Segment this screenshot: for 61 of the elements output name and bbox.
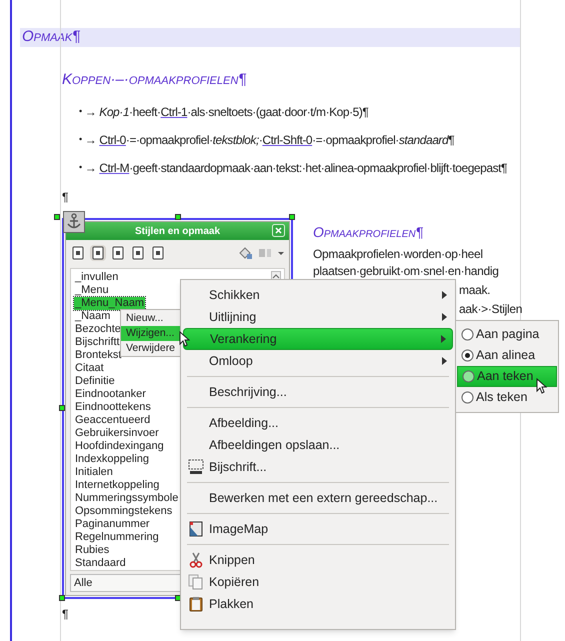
style-item[interactable]: Nummeringssymbole [74,492,180,505]
style-item[interactable]: Standaard [74,557,127,570]
style-item[interactable]: Initialen [74,466,114,479]
style-item[interactable]: Bezochte [74,323,122,336]
style-item[interactable]: Internetkoppeling [74,479,160,492]
style-item[interactable]: Eindnootanker [74,388,147,401]
heading: Opmaak¶ [21,27,80,48]
anchor-option[interactable]: Aan pagina [457,324,557,345]
anchor-option[interactable]: Aan alinea [457,345,557,366]
style-item[interactable]: _Naam [74,310,112,323]
list-item-text: Ctrl-0·=·opmaakprofiel·tekstblok;·Ctrl-Shft-0·=·opmaakprofiel·standaard¶ [99,132,454,148]
style-item[interactable]: Gebruikersinvoer [74,427,160,440]
anchor-option[interactable]: Aan teken [457,366,557,387]
style-item[interactable]: Rubies [74,544,110,557]
paragraph-line: maak. [459,282,490,299]
style-item[interactable]: _Menu [74,284,110,297]
popup-entry[interactable]: Bijschrift... [183,456,453,478]
popup-entry[interactable]: Schikken [183,284,453,306]
popup-entry[interactable]: Omloop [183,350,453,372]
style-item[interactable]: Opsommingstekens [74,505,174,518]
subheading: Koppen·–·opmaakprofielen¶ [62,70,246,90]
paragraph-line: Opmaakprofielen·worden·op·heel [313,246,483,263]
tab-mark: → [84,104,96,120]
popup-entry[interactable]: Afbeeldingen opslaan... [183,434,453,456]
popup-entry[interactable]: Wijzigen... [121,326,181,341]
style-item[interactable]: _invullen [74,271,120,284]
paragraph-line: plaatsen·gebruikt·om·snel·en·handig [313,263,499,280]
anchor-option[interactable]: Als teken [457,387,557,408]
popup-entry[interactable]: Beschrijving... [183,381,453,403]
list-item-text: Kop·1·heeft·Ctrl-1·als·sneltoets·(gaat·door·t/m·Kop·5)¶ [99,104,368,120]
style-item[interactable]: Geaccentueerd [74,414,152,427]
pilcrow: ¶ [62,188,68,206]
style-item[interactable]: Hoofdindexingang [74,440,165,453]
side-heading: Opmaakprofielen¶ [313,223,424,242]
paragraph-line: aak·>·Stijlen [459,301,522,318]
style-item[interactable]: Citaat [74,362,105,375]
style-item[interactable]: Regelnummering [74,531,160,544]
popup-entry[interactable]: Afbeelding... [183,412,453,434]
tab-mark: → [84,132,96,148]
pilcrow: ¶ [62,606,68,623]
popup-entry[interactable]: Bewerken met een extern gereedschap... [183,487,453,509]
style-item[interactable]: _Menu_Naam [74,297,146,310]
style-item[interactable]: Brontekst [74,349,122,362]
bullet-marker: • [79,132,82,146]
popup-entry[interactable]: Nieuw... [121,311,181,326]
bullet-marker: • [79,160,82,174]
popup-entry[interactable]: ImageMap [183,518,453,540]
popup-entry[interactable]: Uitlijning [183,306,453,328]
popup-entry[interactable]: Verankering [183,328,453,350]
style-item[interactable]: Definitie [74,375,116,388]
list-item-text: Ctrl-M·geeft·standaardopmaak·aan·tekst:·het·alinea-opmaakprofiel·blijft·toegepast¶ [99,160,508,176]
style-item[interactable]: Indexkoppeling [74,453,150,466]
style-item[interactable]: Bijschriftt [74,336,121,349]
tab-mark: → [84,160,96,176]
panel-title: Stijlen en opmaak [134,224,220,238]
bullet-marker: • [79,104,82,118]
style-item[interactable]: Eindnoottekens [74,401,152,414]
popup-entry[interactable]: Verwijdere [121,341,181,356]
popup-entry[interactable]: Knippen [183,549,453,571]
popup-entry[interactable]: Plakken [183,593,453,615]
style-item[interactable]: Paginanummer [74,518,151,531]
